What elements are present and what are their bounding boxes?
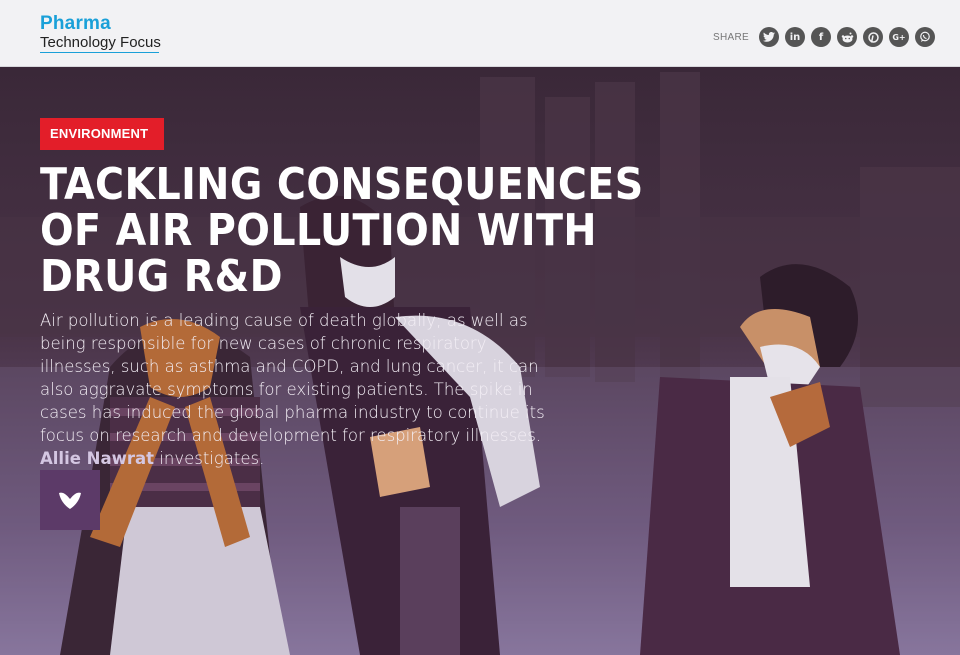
hero-section: ENVIRONMENT TACKLING CONSEQUENCES OF AIR…	[0, 67, 960, 655]
twitter-icon[interactable]	[759, 27, 779, 47]
chevron-down-icon	[59, 492, 81, 509]
share-bar: SHARE in f G+	[713, 27, 935, 47]
facebook-icon[interactable]: f	[811, 27, 831, 47]
site-logo[interactable]: Pharma Technology Focus	[40, 14, 161, 53]
article-intro: Air pollution is a leading cause of deat…	[40, 309, 550, 470]
intro-suffix: investigates.	[159, 449, 265, 468]
category-tag[interactable]: ENVIRONMENT	[40, 118, 165, 150]
logo-line-1: Pharma	[40, 13, 111, 34]
google-plus-icon[interactable]: G+	[889, 27, 909, 47]
site-header: Pharma Technology Focus SHARE in f G+	[0, 0, 960, 67]
scroll-down-button[interactable]	[40, 470, 100, 530]
share-label: SHARE	[713, 31, 749, 43]
article-title: TACKLING CONSEQUENCES OF AIR POLLUTION W…	[40, 159, 644, 302]
linkedin-icon[interactable]: in	[785, 27, 805, 47]
logo-underline	[40, 52, 159, 53]
author-name[interactable]: Allie Nawrat	[40, 449, 154, 468]
pinterest-icon[interactable]	[863, 27, 883, 47]
reddit-icon[interactable]	[837, 27, 857, 47]
whatsapp-icon[interactable]	[915, 27, 935, 47]
logo-line-2: Technology Focus	[40, 34, 161, 51]
intro-text: Air pollution is a leading cause of deat…	[40, 311, 545, 445]
